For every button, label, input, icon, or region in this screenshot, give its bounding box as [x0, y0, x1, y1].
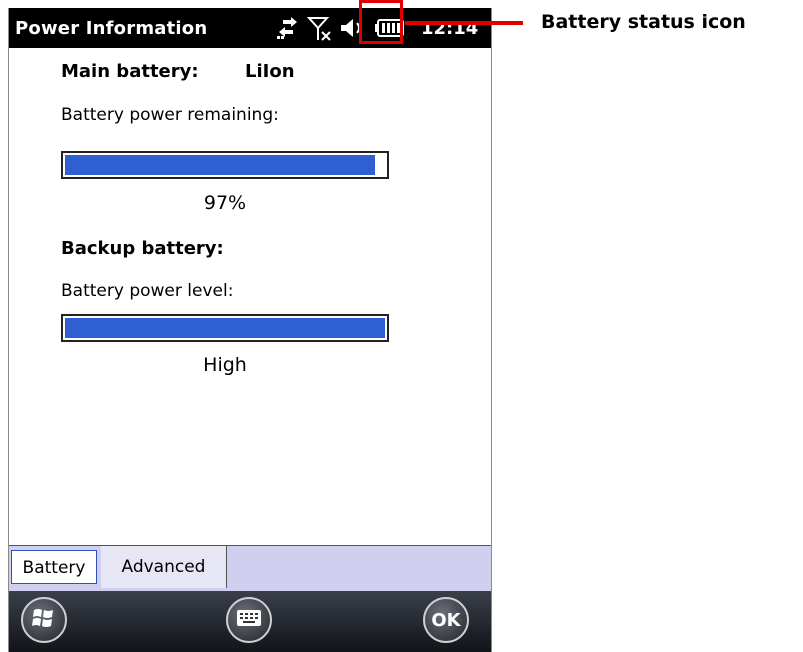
backup-battery-heading: Backup battery:: [61, 238, 224, 259]
window-title: Power Information: [15, 18, 208, 39]
main-battery-progress-fill: [65, 155, 375, 175]
windows-start-icon: [31, 606, 57, 635]
keyboard-button[interactable]: [226, 597, 272, 643]
tab-strip: Battery Advanced: [9, 545, 491, 592]
start-button[interactable]: [21, 597, 67, 643]
main-battery-progress-bar: [61, 151, 389, 179]
keyboard-icon: [236, 608, 262, 633]
tab-battery[interactable]: Battery: [11, 550, 97, 584]
softkey-bar: OK: [9, 591, 491, 652]
device-screen: Power Information 12:14 Main battery: Li…: [8, 8, 492, 652]
backup-battery-level-value: High: [203, 354, 247, 376]
backup-battery-level-label: Battery power level:: [61, 281, 234, 301]
callout-line: [405, 21, 523, 25]
battery-remaining-label: Battery power remaining:: [61, 105, 279, 125]
backup-battery-progress-fill: [65, 318, 385, 338]
main-battery-percent: 97%: [203, 192, 247, 214]
ok-label: OK: [431, 609, 461, 631]
main-battery-heading: Main battery:: [61, 61, 199, 82]
main-battery-type: LiIon: [245, 61, 295, 82]
ok-button[interactable]: OK: [423, 597, 469, 643]
data-transfer-icon[interactable]: [275, 16, 301, 40]
callout-label: Battery status icon: [541, 11, 746, 33]
tab-advanced[interactable]: Advanced: [101, 546, 227, 588]
backup-battery-progress-bar: [61, 314, 389, 342]
battery-icon-highlight-box: [359, 0, 403, 44]
title-bar: Power Information 12:14: [9, 8, 491, 48]
no-signal-icon[interactable]: [306, 16, 333, 41]
